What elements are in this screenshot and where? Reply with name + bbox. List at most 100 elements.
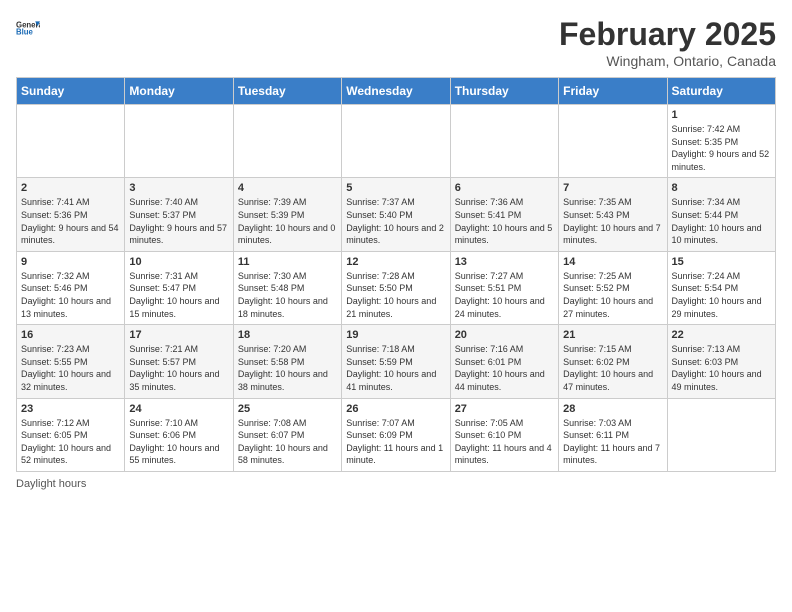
day-info: Sunrise: 7:36 AM Sunset: 5:41 PM Dayligh… [455,196,554,246]
calendar-cell: 23 Sunrise: 7:12 AM Sunset: 6:05 PM Dayli… [17,398,125,471]
calendar-cell: 25 Sunrise: 7:08 AM Sunset: 6:07 PM Dayli… [233,398,341,471]
weekday-header-monday: Monday [125,78,233,105]
calendar-cell [450,105,558,178]
title-block: February 2025 Wingham, Ontario, Canada [559,16,776,69]
day-info: Sunrise: 7:07 AM Sunset: 6:09 PM Dayligh… [346,417,445,467]
day-info: Sunrise: 7:37 AM Sunset: 5:40 PM Dayligh… [346,196,445,246]
day-info: Sunrise: 7:27 AM Sunset: 5:51 PM Dayligh… [455,270,554,320]
calendar-cell: 21 Sunrise: 7:15 AM Sunset: 6:02 PM Dayli… [559,325,667,398]
logo: General Blue [16,16,40,40]
day-number: 4 [238,182,337,194]
day-info: Sunrise: 7:32 AM Sunset: 5:46 PM Dayligh… [21,270,120,320]
calendar-cell [667,398,775,471]
calendar-cell: 26 Sunrise: 7:07 AM Sunset: 6:09 PM Dayli… [342,398,450,471]
day-info: Sunrise: 7:42 AM Sunset: 5:35 PM Dayligh… [672,123,771,173]
day-info: Sunrise: 7:23 AM Sunset: 5:55 PM Dayligh… [21,343,120,393]
day-number: 23 [21,403,120,415]
day-number: 18 [238,329,337,341]
calendar-cell: 6 Sunrise: 7:36 AM Sunset: 5:41 PM Daylig… [450,178,558,251]
day-info: Sunrise: 7:34 AM Sunset: 5:44 PM Dayligh… [672,196,771,246]
day-number: 10 [129,256,228,268]
calendar-cell [233,105,341,178]
day-number: 17 [129,329,228,341]
calendar-cell: 11 Sunrise: 7:30 AM Sunset: 5:48 PM Dayli… [233,251,341,324]
day-info: Sunrise: 7:20 AM Sunset: 5:58 PM Dayligh… [238,343,337,393]
day-info: Sunrise: 7:16 AM Sunset: 6:01 PM Dayligh… [455,343,554,393]
day-number: 6 [455,182,554,194]
day-info: Sunrise: 7:24 AM Sunset: 5:54 PM Dayligh… [672,270,771,320]
weekday-header-thursday: Thursday [450,78,558,105]
calendar-cell: 5 Sunrise: 7:37 AM Sunset: 5:40 PM Daylig… [342,178,450,251]
calendar-cell: 1 Sunrise: 7:42 AM Sunset: 5:35 PM Daylig… [667,105,775,178]
calendar-cell: 16 Sunrise: 7:23 AM Sunset: 5:55 PM Dayli… [17,325,125,398]
day-number: 7 [563,182,662,194]
weekday-header-friday: Friday [559,78,667,105]
calendar-cell: 22 Sunrise: 7:13 AM Sunset: 6:03 PM Dayli… [667,325,775,398]
day-number: 5 [346,182,445,194]
calendar-cell: 28 Sunrise: 7:03 AM Sunset: 6:11 PM Dayli… [559,398,667,471]
calendar-cell: 7 Sunrise: 7:35 AM Sunset: 5:43 PM Daylig… [559,178,667,251]
day-info: Sunrise: 7:39 AM Sunset: 5:39 PM Dayligh… [238,196,337,246]
day-number: 22 [672,329,771,341]
day-number: 27 [455,403,554,415]
weekday-header-tuesday: Tuesday [233,78,341,105]
day-info: Sunrise: 7:05 AM Sunset: 6:10 PM Dayligh… [455,417,554,467]
weekday-header-saturday: Saturday [667,78,775,105]
day-info: Sunrise: 7:30 AM Sunset: 5:48 PM Dayligh… [238,270,337,320]
day-info: Sunrise: 7:21 AM Sunset: 5:57 PM Dayligh… [129,343,228,393]
calendar-cell: 10 Sunrise: 7:31 AM Sunset: 5:47 PM Dayli… [125,251,233,324]
day-number: 25 [238,403,337,415]
day-number: 28 [563,403,662,415]
month-year: February 2025 [559,16,776,53]
day-number: 24 [129,403,228,415]
calendar-cell: 17 Sunrise: 7:21 AM Sunset: 5:57 PM Dayli… [125,325,233,398]
day-info: Sunrise: 7:18 AM Sunset: 5:59 PM Dayligh… [346,343,445,393]
calendar-cell [17,105,125,178]
day-number: 11 [238,256,337,268]
day-info: Sunrise: 7:12 AM Sunset: 6:05 PM Dayligh… [21,417,120,467]
day-number: 19 [346,329,445,341]
day-number: 1 [672,109,771,121]
day-number: 8 [672,182,771,194]
logo-icon: General Blue [16,16,40,40]
calendar-cell [342,105,450,178]
day-number: 16 [21,329,120,341]
day-number: 26 [346,403,445,415]
day-number: 21 [563,329,662,341]
day-info: Sunrise: 7:13 AM Sunset: 6:03 PM Dayligh… [672,343,771,393]
calendar-cell: 18 Sunrise: 7:20 AM Sunset: 5:58 PM Dayli… [233,325,341,398]
calendar-cell: 2Sunrise: 7:41 AM Sunset: 5:36 PM Daylig… [17,178,125,251]
calendar-cell: 4 Sunrise: 7:39 AM Sunset: 5:39 PM Daylig… [233,178,341,251]
calendar-cell: 9 Sunrise: 7:32 AM Sunset: 5:46 PM Daylig… [17,251,125,324]
calendar-cell [559,105,667,178]
calendar-cell: 24 Sunrise: 7:10 AM Sunset: 6:06 PM Dayli… [125,398,233,471]
day-number: 13 [455,256,554,268]
calendar-cell: 19 Sunrise: 7:18 AM Sunset: 5:59 PM Dayli… [342,325,450,398]
day-info: Sunrise: 7:25 AM Sunset: 5:52 PM Dayligh… [563,270,662,320]
calendar-cell: 15Sunrise: 7:24 AM Sunset: 5:54 PM Dayli… [667,251,775,324]
calendar: SundayMondayTuesdayWednesdayThursdayFrid… [16,77,776,472]
calendar-cell: 27 Sunrise: 7:05 AM Sunset: 6:10 PM Dayli… [450,398,558,471]
location: Wingham, Ontario, Canada [559,53,776,69]
day-info: Sunrise: 7:15 AM Sunset: 6:02 PM Dayligh… [563,343,662,393]
calendar-cell: 3 Sunrise: 7:40 AM Sunset: 5:37 PM Daylig… [125,178,233,251]
day-info: Sunrise: 7:35 AM Sunset: 5:43 PM Dayligh… [563,196,662,246]
calendar-cell: 8 Sunrise: 7:34 AM Sunset: 5:44 PM Daylig… [667,178,775,251]
calendar-cell [125,105,233,178]
day-info: Sunrise: 7:28 AM Sunset: 5:50 PM Dayligh… [346,270,445,320]
day-info: Sunrise: 7:10 AM Sunset: 6:06 PM Dayligh… [129,417,228,467]
day-info: Sunrise: 7:41 AM Sunset: 5:36 PM Dayligh… [21,196,120,246]
svg-text:Blue: Blue [16,28,34,37]
calendar-cell: 14Sunrise: 7:25 AM Sunset: 5:52 PM Dayli… [559,251,667,324]
day-info: Sunrise: 7:08 AM Sunset: 6:07 PM Dayligh… [238,417,337,467]
day-number: 20 [455,329,554,341]
weekday-header-wednesday: Wednesday [342,78,450,105]
day-number: 9 [21,256,120,268]
day-info: Sunrise: 7:40 AM Sunset: 5:37 PM Dayligh… [129,196,228,246]
weekday-header-sunday: Sunday [17,78,125,105]
day-number: 3 [129,182,228,194]
day-info: Sunrise: 7:03 AM Sunset: 6:11 PM Dayligh… [563,417,662,467]
footer-note: Daylight hours [16,478,776,490]
day-info: Sunrise: 7:31 AM Sunset: 5:47 PM Dayligh… [129,270,228,320]
calendar-cell: 13 Sunrise: 7:27 AM Sunset: 5:51 PM Dayli… [450,251,558,324]
